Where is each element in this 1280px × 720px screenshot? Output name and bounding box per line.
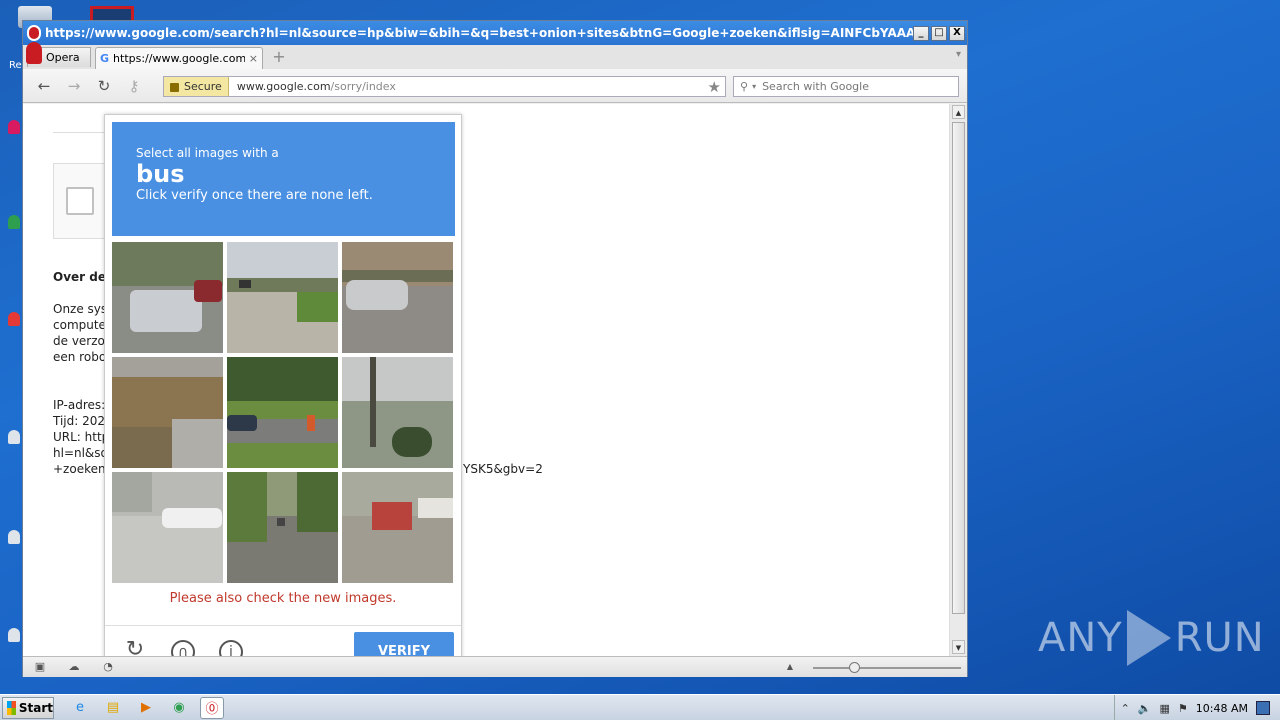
url-path: /sorry/index [330,80,396,93]
browser-window: https://www.google.com/search?hl=nl&sour… [22,20,968,677]
search-input[interactable]: ⚲ ▾ Search with Google [733,76,959,97]
page-paragraph-line-2: compute [53,318,106,332]
page-paragraph-line-4: een robot [53,350,111,364]
tab-close-icon[interactable]: × [249,52,258,65]
lock-icon [170,83,179,92]
window-title: https://www.google.com/search?hl=nl&sour… [45,26,913,40]
scroll-up-arrow-icon[interactable]: ▲ [952,105,965,119]
info-url: URL: http [53,430,110,444]
recaptcha-checkbox[interactable] [66,187,94,215]
captcha-tile-5[interactable] [227,357,338,468]
opera-taskbar-icon[interactable]: ⓪ [200,696,224,719]
url-domain: www.google.com [236,80,331,93]
taskbar: Start e ▤ ▶ ◉ ⓪ ⌃ 🔈 ▦ ⚑ 10:48 AM [0,694,1280,720]
captcha-challenge: Select all images with a bus Click verif… [104,114,462,656]
reload-challenge-icon[interactable]: ↻ [123,639,147,657]
network-icon[interactable]: ▦ [1160,702,1170,715]
captcha-tile-4[interactable] [112,357,223,468]
volume-icon[interactable]: 🔈 [1138,702,1152,715]
address-bar[interactable]: Secure www.google.com/sorry/index ★ [163,76,726,97]
minimize-button[interactable]: _ [913,25,929,41]
action-center-flag-icon[interactable]: ⚑ [1178,702,1188,715]
file-explorer-icon[interactable]: ▤ [101,697,125,719]
play-logo-icon [1126,610,1171,666]
url-text[interactable]: www.google.com/sorry/index [237,80,708,93]
page-heading: Over de [53,270,106,284]
vertical-scrollbar[interactable]: ▲ ▼ [949,104,967,656]
captcha-tile-7[interactable] [112,472,223,583]
info-ip: IP-adres: [53,398,106,412]
opera-logo-icon [27,25,41,41]
scrollbar-thumb[interactable] [952,122,965,614]
watermark-left: ANY [1038,615,1123,661]
captcha-header: Select all images with a bus Click verif… [112,122,455,236]
opera-menu-button[interactable]: Opera [26,42,91,67]
windows-logo-icon [7,700,16,715]
title-bar[interactable]: https://www.google.com/search?hl=nl&sour… [23,21,967,45]
tab-title: https://www.google.com... [113,52,245,65]
secure-label: Secure [184,80,222,93]
close-button[interactable]: X [949,25,965,41]
cloud-icon[interactable]: ☁ [67,661,81,673]
tab-google[interactable]: G https://www.google.com... × [95,47,263,69]
maximize-button[interactable]: □ [931,25,947,41]
captcha-instruction-top: Select all images with a [136,146,279,160]
key-icon[interactable]: ⚷ [123,75,145,97]
system-tray: ⌃ 🔈 ▦ ⚑ 10:48 AM [1113,695,1280,720]
captcha-target: bus [136,160,185,188]
clock[interactable]: 10:48 AM [1196,702,1248,715]
info-icon[interactable]: i [219,640,243,656]
info-url-line-2: hl=nl&so [53,446,108,460]
turbo-speed-icon[interactable]: ◔ [101,661,115,673]
captcha-tile-3[interactable] [342,242,453,353]
chrome-icon[interactable]: ◉ [167,697,191,719]
search-icon: ⚲ [740,80,749,93]
start-label: Start [18,700,53,715]
back-button[interactable]: ← [33,75,55,97]
search-placeholder: Search with Google [762,80,869,93]
anyrun-watermark: ANY RUN [1038,610,1265,666]
show-desktop-button[interactable] [1256,701,1270,715]
captcha-error-message: Please also check the new images. [169,591,397,606]
bookmark-star-icon[interactable]: ★ [708,78,721,96]
recycle-bin-label: Re [9,60,22,71]
verify-button[interactable]: VERIFY [354,632,454,656]
zoom-slider-track[interactable] [813,667,961,669]
reload-button[interactable]: ↻ [93,75,115,97]
captcha-tile-2[interactable] [227,242,338,353]
page-paragraph-line-1: Onze sys [53,302,108,316]
start-button[interactable]: Start [2,696,54,719]
zoom-menu-icon[interactable]: ▲ [783,661,797,673]
secure-badge[interactable]: Secure [164,77,229,96]
opera-menu-label: Opera [46,51,80,64]
status-bar: ▣ ☁ ◔ ▲ [23,656,967,677]
page-content: Over de Onze sys compute de verzoe een r… [23,104,949,656]
opera-o-icon [26,42,42,64]
tab-bar: Opera G https://www.google.com... × + ▾ [23,42,967,69]
tray-expand-icon[interactable]: ⌃ [1121,702,1130,715]
new-tab-button[interactable]: + [269,49,289,67]
captcha-tile-9[interactable] [342,472,453,583]
captcha-tile-6[interactable] [342,357,453,468]
forward-button[interactable]: → [63,75,85,97]
internet-explorer-icon[interactable]: e [68,697,92,719]
info-url-tail: YSK5&gbv=2 [463,462,543,476]
captcha-footer: ↻ ∩ i VERIFY [105,625,461,656]
captcha-tile-8[interactable] [227,472,338,583]
scroll-down-arrow-icon[interactable]: ▼ [952,640,965,654]
search-engine-dropdown-icon[interactable]: ▾ [752,82,756,91]
google-favicon-icon: G [100,52,110,65]
navigation-bar: ← → ↻ ⚷ Secure www.google.com/sorry/inde… [23,69,967,103]
info-url-line-3: +zoeken [53,462,106,476]
captcha-tile-1[interactable] [112,242,223,353]
captcha-instruction-bottom: Click verify once there are none left. [136,188,373,203]
media-player-icon[interactable]: ▶ [134,697,158,719]
zoom-slider-knob[interactable] [849,662,860,673]
audio-challenge-icon[interactable]: ∩ [171,640,195,656]
panel-toggle-icon[interactable]: ▣ [33,661,47,673]
watermark-right: RUN [1174,615,1265,661]
tab-menu-chevron-icon[interactable]: ▾ [956,49,961,60]
